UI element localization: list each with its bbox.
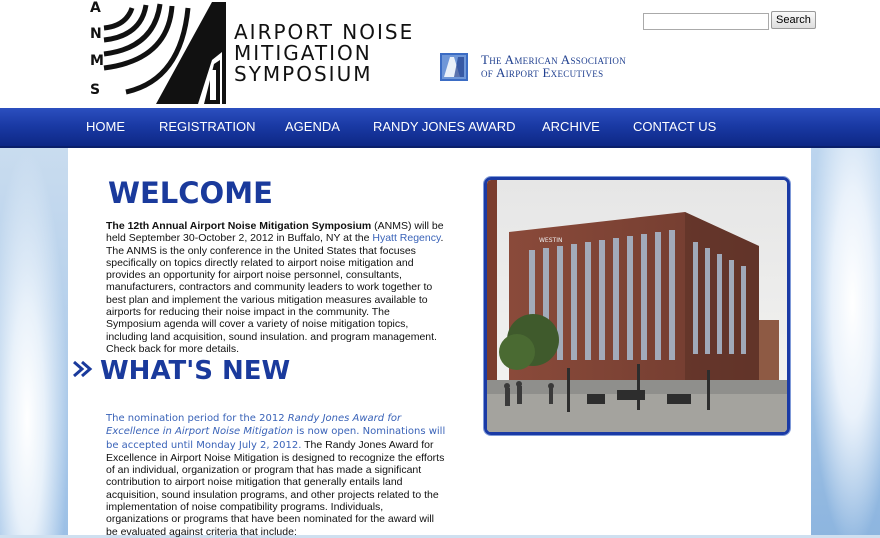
nav-item-archive[interactable]: ARCHIVE (542, 119, 600, 134)
intro-paragraph: The 12th Annual Airport Noise Mitigation… (106, 220, 446, 355)
nav-item-contact-us[interactable]: CONTACT US (633, 119, 716, 134)
intro-bold: The 12th Annual Airport Noise Mitigation… (106, 220, 372, 232)
hyatt-regency-link[interactable]: Hyatt Regency (372, 232, 440, 244)
double-chevron-icon (73, 360, 93, 378)
aaae-line: of Airport Executives (481, 65, 604, 80)
hotel-sign: WESTIN (539, 237, 562, 244)
logo-line: MITIGATION (234, 41, 372, 65)
nav-item-registration[interactable]: REGISTRATION (159, 119, 256, 134)
logo-letter: N (90, 26, 102, 42)
search-button[interactable]: Search (771, 11, 816, 29)
search-form: Search (643, 11, 816, 30)
news-body: The Randy Jones Award for Excellence in … (106, 438, 445, 538)
news-paragraph: The nomination period for the 2012 Randy… (106, 412, 446, 538)
nav-item-randy-jones-award[interactable]: RANDY JONES AWARD (373, 119, 516, 134)
sky-background-left (0, 148, 68, 535)
hotel-photo: WESTIN (484, 177, 790, 435)
logo-letter: S (90, 82, 100, 98)
main-content: WELCOME The 12th Annual Airport Noise Mi… (68, 148, 811, 538)
site-header: A N M S AIRPORT NOISE MITIGATION SYMPOSI… (0, 0, 880, 108)
logo-letter: M (90, 53, 104, 69)
sky-background-right (811, 148, 880, 535)
logo-line: AIRPORT NOISE (234, 20, 415, 44)
logo-letter: A (90, 0, 101, 16)
welcome-heading: WELCOME (108, 176, 273, 210)
whats-new-heading: WHAT'S NEW (100, 356, 291, 386)
news-highlight: The nomination period for the 2012 (106, 413, 288, 424)
aaae-emblem-icon (440, 53, 468, 81)
aaae-wordmark: The American Association of Airport Exec… (481, 53, 626, 79)
main-navigation: HOME REGISTRATION AGENDA RANDY JONES AWA… (0, 108, 880, 148)
logo-line: SYMPOSIUM (234, 62, 373, 86)
nav-item-home[interactable]: HOME (86, 119, 125, 134)
search-input[interactable] (643, 12, 769, 30)
nav-item-agenda[interactable]: AGENDA (285, 119, 340, 134)
logo-wordmark: AIRPORT NOISE MITIGATION SYMPOSIUM (234, 22, 414, 85)
hotel-building-image: WESTIN (487, 180, 787, 432)
intro-text: . The ANMS is the only conference in the… (106, 232, 444, 355)
